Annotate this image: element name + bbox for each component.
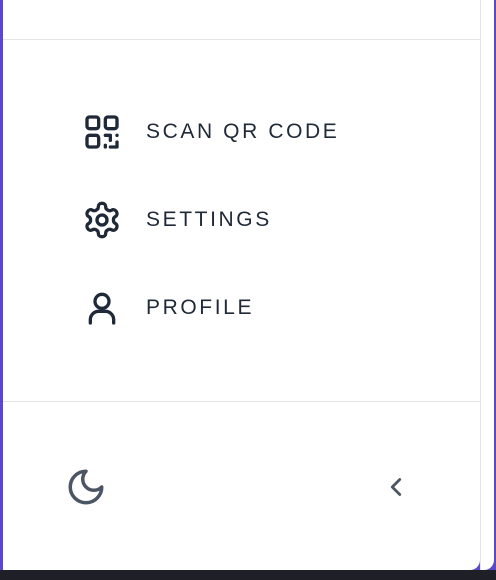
divider-top — [3, 39, 480, 40]
sidebar-edge — [480, 0, 494, 570]
moon-icon — [65, 466, 107, 508]
qr-code-icon — [80, 110, 124, 154]
divider-bottom — [3, 401, 480, 402]
sidebar-item-profile[interactable]: PROFILE — [80, 284, 420, 332]
chevron-left-icon — [381, 472, 411, 502]
sidebar-item-label: SETTINGS — [146, 208, 272, 231]
gear-icon — [80, 198, 124, 242]
window-bottom-edge — [0, 570, 496, 580]
user-icon — [80, 286, 124, 330]
theme-toggle-button[interactable] — [62, 463, 110, 511]
sidebar-item-label: SCAN QR CODE — [146, 120, 340, 143]
sidebar-item-scan-qr-code[interactable]: SCAN QR CODE — [80, 108, 420, 156]
collapse-sidebar-button[interactable] — [372, 463, 420, 511]
sidebar-item-label: PROFILE — [146, 296, 255, 319]
sidebar-item-settings[interactable]: SETTINGS — [80, 196, 420, 244]
